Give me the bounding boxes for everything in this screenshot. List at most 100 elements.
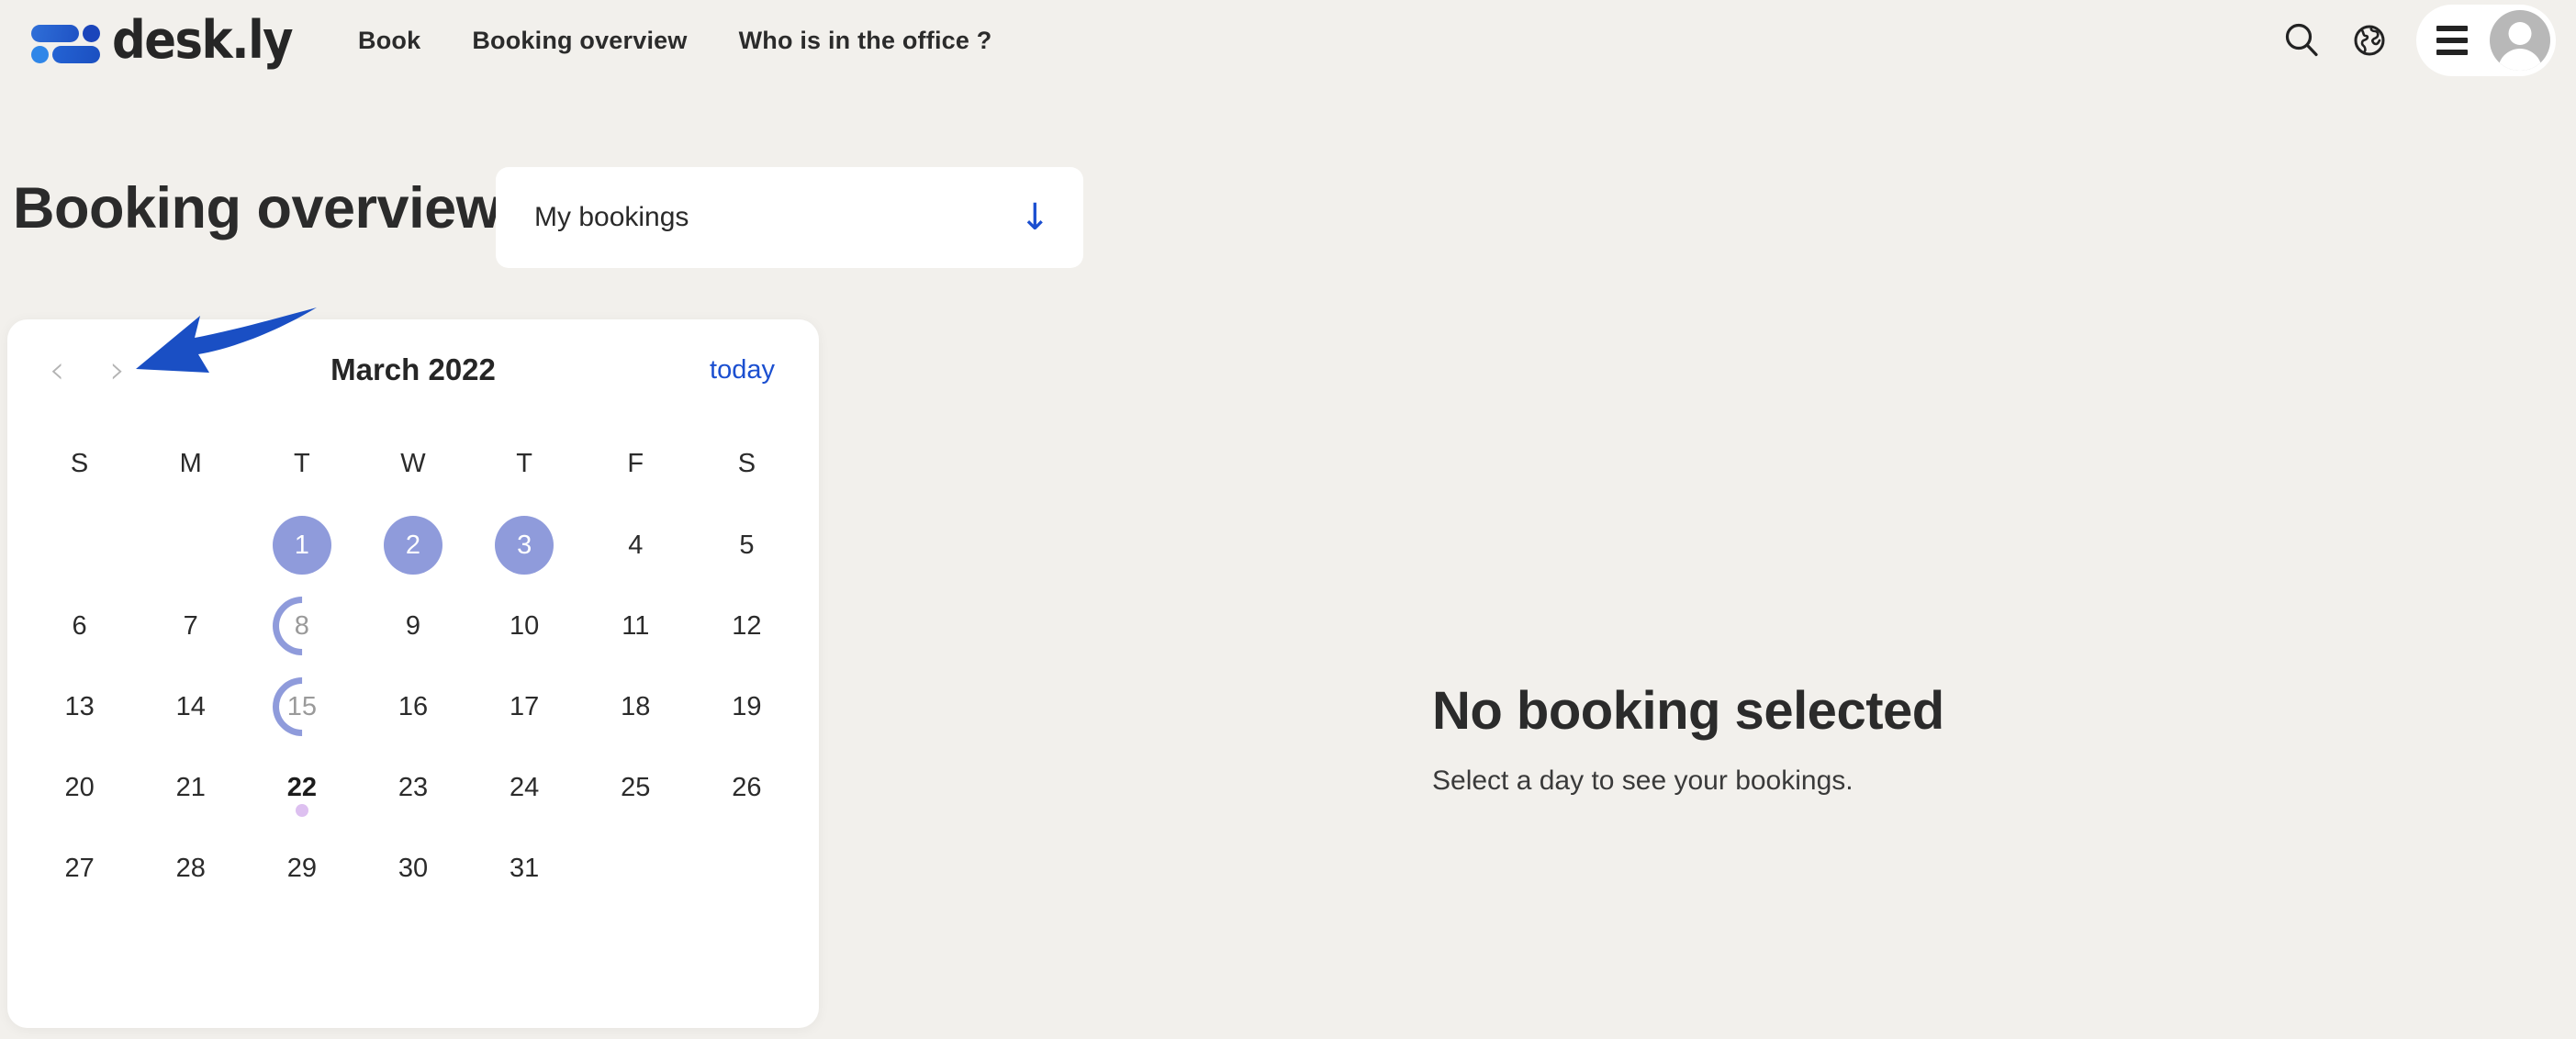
header-actions bbox=[2268, 0, 2556, 81]
calendar-day-number: 18 bbox=[621, 691, 651, 721]
calendar-day-number: 27 bbox=[64, 853, 95, 883]
calendar-header: ‹ › March 2022 today bbox=[7, 319, 819, 420]
calendar-day-number: 9 bbox=[405, 610, 421, 641]
calendar-day-number: 8 bbox=[294, 610, 309, 641]
calendar-day-empty bbox=[691, 828, 802, 909]
calendar-day-cell[interactable]: 21 bbox=[135, 747, 246, 828]
calendar-card: ‹ › March 2022 today S M T W T F S 12345… bbox=[7, 319, 819, 1028]
calendar-month-title: March 2022 bbox=[330, 352, 496, 386]
calendar-day-number: 17 bbox=[510, 691, 540, 721]
calendar-day-number: 1 bbox=[294, 530, 309, 560]
empty-state-subtitle: Select a day to see your bookings. bbox=[1432, 765, 1854, 796]
calendar-day-number: 2 bbox=[405, 530, 421, 560]
calendar-day-number: 15 bbox=[286, 691, 317, 721]
weekday-label: T bbox=[516, 448, 532, 478]
calendar-day-cell[interactable]: 5 bbox=[691, 505, 802, 586]
calendar-day-number: 7 bbox=[183, 610, 198, 641]
booking-detail-panel: No booking selected Select a day to see … bbox=[1432, 681, 2167, 797]
calendar-day-number: 25 bbox=[621, 772, 651, 802]
user-avatar[interactable] bbox=[2490, 10, 2550, 71]
weekday-label: S bbox=[737, 448, 756, 478]
calendar-day-cell[interactable]: 19 bbox=[691, 666, 802, 747]
calendar-day-cell[interactable]: 28 bbox=[135, 828, 246, 909]
calendar-day-number: 12 bbox=[732, 610, 762, 641]
calendar-day-cell[interactable]: 8 bbox=[246, 584, 357, 668]
nav-book[interactable]: Book bbox=[358, 27, 446, 55]
calendar-day-cell[interactable]: 3 bbox=[469, 505, 580, 586]
brand-name: desk.ly bbox=[112, 9, 294, 71]
page-title: Booking overview bbox=[13, 176, 501, 240]
calendar-day-cell[interactable]: 30 bbox=[357, 828, 468, 909]
globe-icon[interactable] bbox=[2335, 6, 2403, 74]
calendar-day-number: 11 bbox=[622, 610, 650, 641]
calendar-day-number: 10 bbox=[510, 610, 540, 641]
calendar-day-number: 13 bbox=[64, 691, 95, 721]
calendar-day-number: 31 bbox=[510, 853, 540, 883]
calendar-day-empty bbox=[135, 505, 246, 586]
calendar-day-number: 29 bbox=[286, 853, 317, 883]
calendar-day-cell[interactable]: 11 bbox=[580, 586, 691, 666]
hamburger-menu-icon[interactable] bbox=[2436, 26, 2468, 55]
weekday-label: F bbox=[627, 448, 644, 478]
calendar-day-cell[interactable]: 22 bbox=[246, 747, 357, 828]
calendar-day-number: 14 bbox=[175, 691, 206, 721]
nav-booking-overview[interactable]: Booking overview bbox=[446, 27, 712, 55]
search-icon[interactable] bbox=[2268, 6, 2335, 74]
calendar-day-number: 19 bbox=[732, 691, 762, 721]
calendar-day-cell[interactable]: 6 bbox=[24, 586, 135, 666]
calendar-day-number: 3 bbox=[517, 530, 532, 560]
calendar-day-cell[interactable]: 24 bbox=[469, 747, 580, 828]
calendar-day-number: 20 bbox=[64, 772, 95, 802]
calendar-day-cell[interactable]: 23 bbox=[357, 747, 468, 828]
calendar-day-cell[interactable]: 16 bbox=[357, 666, 468, 747]
brand-logo[interactable]: desk.ly bbox=[28, 9, 294, 72]
calendar-day-cell[interactable]: 26 bbox=[691, 747, 802, 828]
calendar-week-row: 13 14 15 16 17 18 19 bbox=[24, 665, 802, 749]
calendar-day-cell[interactable]: 25 bbox=[580, 747, 691, 828]
calendar-day-cell[interactable]: 2 bbox=[357, 505, 468, 586]
calendar-day-cell[interactable]: 1 bbox=[246, 505, 357, 586]
calendar-day-cell[interactable]: 17 bbox=[469, 666, 580, 747]
calendar-day-cell[interactable]: 31 bbox=[469, 828, 580, 909]
calendar-day-number: 26 bbox=[732, 772, 762, 802]
bookings-filter-dropdown[interactable]: My bookings ↓ bbox=[496, 167, 1083, 268]
calendar-day-cell[interactable]: 18 bbox=[580, 666, 691, 747]
calendar-day-number: 21 bbox=[175, 772, 206, 802]
calendar-day-number: 28 bbox=[175, 853, 206, 883]
calendar-day-number: 23 bbox=[398, 772, 429, 802]
calendar-day-empty bbox=[24, 505, 135, 586]
calendar-week-row: 6 7 8 9 10 11 12 bbox=[24, 584, 802, 668]
calendar-week-row: 27 28 29 30 31 bbox=[24, 828, 802, 909]
today-marker-dot bbox=[295, 804, 308, 817]
empty-state-title: No booking selected bbox=[1432, 681, 1944, 741]
calendar-week-row: 20 21 22 23 24 25 26 bbox=[24, 747, 802, 828]
calendar-day-cell[interactable]: 13 bbox=[24, 666, 135, 747]
app-header: desk.ly Book Booking overview Who is in … bbox=[0, 0, 2576, 81]
calendar-day-cell[interactable]: 12 bbox=[691, 586, 802, 666]
page-header-row: Booking overview My bookings ↓ bbox=[0, 167, 1148, 296]
calendar-day-cell[interactable]: 27 bbox=[24, 828, 135, 909]
calendar-day-cell[interactable]: 7 bbox=[135, 586, 246, 666]
calendar-day-cell[interactable]: 10 bbox=[469, 586, 580, 666]
account-menu-button[interactable] bbox=[2416, 5, 2556, 76]
calendar-day-number: 5 bbox=[739, 530, 755, 560]
calendar-day-cell[interactable]: 14 bbox=[135, 666, 246, 747]
today-button[interactable]: today bbox=[710, 319, 775, 420]
calendar-day-cell[interactable]: 15 bbox=[246, 665, 357, 749]
calendar-day-number: 16 bbox=[398, 691, 429, 721]
calendar-day-cell[interactable]: 9 bbox=[357, 586, 468, 666]
calendar-day-number: 22 bbox=[286, 772, 317, 802]
bookings-filter-value: My bookings bbox=[534, 202, 689, 232]
weekday-label: W bbox=[400, 448, 426, 478]
calendar-day-cell[interactable]: 4 bbox=[580, 505, 691, 586]
calendar-day-number: 6 bbox=[72, 610, 87, 641]
nav-who-is-in-the-office[interactable]: Who is in the office ? bbox=[713, 27, 1018, 55]
calendar-day-cell[interactable]: 20 bbox=[24, 747, 135, 828]
calendar-day-number: 30 bbox=[398, 853, 429, 883]
main-nav: Book Booking overview Who is in the offi… bbox=[358, 0, 1017, 81]
calendar-day-cell[interactable]: 29 bbox=[246, 828, 357, 909]
calendar-day-number: 24 bbox=[510, 772, 540, 802]
deskly-dots-logo-icon bbox=[28, 19, 103, 63]
calendar-day-empty bbox=[580, 828, 691, 909]
weekday-header-row: S M T W T F S bbox=[24, 422, 802, 505]
